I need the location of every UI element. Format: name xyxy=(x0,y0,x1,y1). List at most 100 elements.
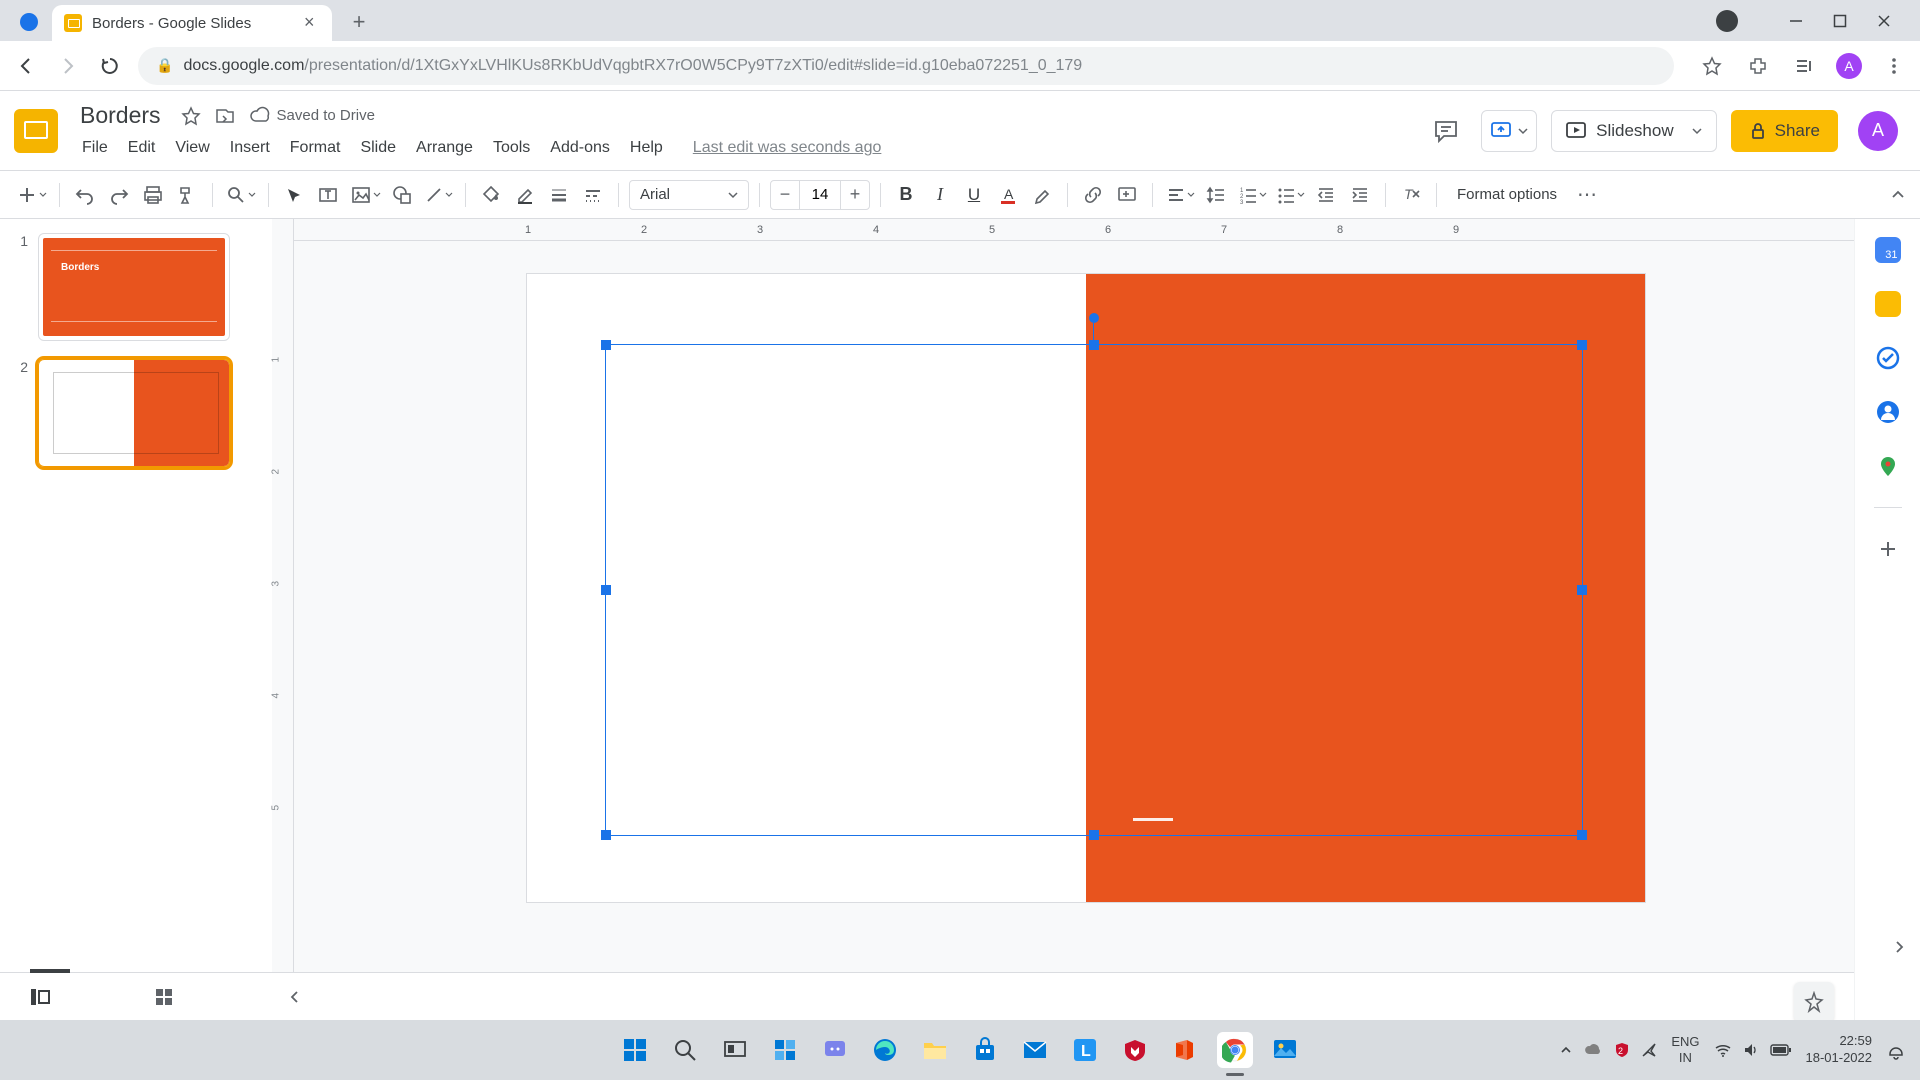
numbered-list-button[interactable]: 123 xyxy=(1235,179,1269,211)
paint-format-button[interactable] xyxy=(172,179,202,211)
close-tab-icon[interactable]: × xyxy=(304,15,320,31)
mcafee-icon[interactable] xyxy=(1117,1032,1153,1068)
zoom-button[interactable] xyxy=(223,179,258,211)
grid-view-button[interactable] xyxy=(144,977,184,1017)
system-tray[interactable]: 2 xyxy=(1559,1040,1657,1060)
resize-handle-tr[interactable] xyxy=(1577,340,1587,350)
font-size-decrease[interactable]: − xyxy=(771,181,799,209)
share-button[interactable]: Share xyxy=(1731,110,1838,152)
widgets-icon[interactable] xyxy=(767,1032,803,1068)
shape-button[interactable] xyxy=(387,179,417,211)
browser-tab[interactable]: Borders - Google Slides × xyxy=(52,5,332,41)
clear-formatting-button[interactable]: T xyxy=(1396,179,1426,211)
redo-button[interactable] xyxy=(104,179,134,211)
new-tab-button[interactable]: + xyxy=(344,7,374,37)
chat-icon[interactable] xyxy=(817,1032,853,1068)
side-panel-expand-icon[interactable] xyxy=(1892,940,1906,954)
resize-handle-mr[interactable] xyxy=(1577,585,1587,595)
chrome-icon[interactable] xyxy=(1217,1032,1253,1068)
bold-button[interactable]: B xyxy=(891,179,921,211)
tray-chevron-icon[interactable] xyxy=(1559,1043,1573,1057)
rotation-handle[interactable] xyxy=(1089,313,1099,323)
align-button[interactable] xyxy=(1163,179,1197,211)
contacts-icon[interactable] xyxy=(1875,399,1901,425)
insert-comment-button[interactable] xyxy=(1112,179,1142,211)
select-tool-button[interactable] xyxy=(279,179,309,211)
highlight-button[interactable] xyxy=(1027,179,1057,211)
slide-thumbnail-2[interactable] xyxy=(38,359,230,467)
italic-button[interactable]: I xyxy=(925,179,955,211)
resize-handle-bl[interactable] xyxy=(601,830,611,840)
explore-button[interactable] xyxy=(1794,982,1834,1022)
slide-stage[interactable] xyxy=(294,241,1854,1010)
start-button[interactable] xyxy=(617,1032,653,1068)
menu-file[interactable]: File xyxy=(74,135,116,161)
tasks-icon[interactable] xyxy=(1875,345,1901,371)
resize-handle-ml[interactable] xyxy=(601,585,611,595)
line-spacing-button[interactable] xyxy=(1201,179,1231,211)
battery-icon[interactable] xyxy=(1770,1043,1792,1057)
selected-textbox[interactable] xyxy=(605,344,1583,836)
move-icon[interactable] xyxy=(215,106,235,126)
collapse-filmstrip-icon[interactable] xyxy=(288,990,302,1004)
language-indicator[interactable]: ENG IN xyxy=(1671,1034,1699,1065)
border-dash-button[interactable] xyxy=(578,179,608,211)
menu-insert[interactable]: Insert xyxy=(222,135,278,161)
menu-view[interactable]: View xyxy=(167,135,217,161)
profile-indicator-dot[interactable] xyxy=(20,13,38,31)
border-weight-button[interactable] xyxy=(544,179,574,211)
menu-addons[interactable]: Add-ons xyxy=(542,135,618,161)
slides-logo-icon[interactable] xyxy=(10,105,62,157)
forward-button[interactable] xyxy=(54,52,82,80)
back-button[interactable] xyxy=(12,52,40,80)
resize-handle-tl[interactable] xyxy=(601,340,611,350)
account-avatar[interactable]: A xyxy=(1858,111,1898,151)
font-size-increase[interactable]: + xyxy=(841,181,869,209)
url-input[interactable]: 🔒 docs.google.com/presentation/d/1XtGxYx… xyxy=(138,47,1674,85)
collapse-toolbar-icon[interactable] xyxy=(1890,187,1906,203)
task-view-icon[interactable] xyxy=(717,1032,753,1068)
chrome-menu-icon[interactable] xyxy=(1880,52,1908,80)
vertical-ruler[interactable]: 1 2 3 4 5 xyxy=(272,219,294,1020)
slideshow-button[interactable]: Slideshow xyxy=(1551,110,1717,152)
insert-link-button[interactable] xyxy=(1078,179,1108,211)
notifications-icon[interactable] xyxy=(1886,1040,1906,1060)
more-toolbar-icon[interactable]: ⋯ xyxy=(1577,182,1599,207)
menu-arrange[interactable]: Arrange xyxy=(408,135,481,161)
chrome-profile-avatar[interactable]: A xyxy=(1836,53,1862,79)
menu-edit[interactable]: Edit xyxy=(120,135,164,161)
horizontal-ruler[interactable]: 1 2 3 4 5 6 7 8 9 xyxy=(294,219,1854,241)
reload-button[interactable] xyxy=(96,52,124,80)
textbox-button[interactable] xyxy=(313,179,343,211)
indent-decrease-button[interactable] xyxy=(1311,179,1341,211)
new-slide-button[interactable] xyxy=(14,179,49,211)
file-explorer-icon[interactable] xyxy=(917,1032,953,1068)
last-edit-link[interactable]: Last edit was seconds ago xyxy=(685,135,890,161)
fill-color-button[interactable] xyxy=(476,179,506,211)
slide-thumbnail-1[interactable]: Borders xyxy=(38,233,230,341)
resize-handle-bm[interactable] xyxy=(1089,830,1099,840)
maps-icon[interactable] xyxy=(1875,453,1901,479)
print-button[interactable] xyxy=(138,179,168,211)
indent-increase-button[interactable] xyxy=(1345,179,1375,211)
close-window-icon[interactable] xyxy=(1876,13,1892,29)
extensions-icon[interactable] xyxy=(1744,52,1772,80)
undo-button[interactable] xyxy=(70,179,100,211)
clock[interactable]: 22:59 18-01-2022 xyxy=(1806,1033,1873,1067)
wifi-icon[interactable] xyxy=(1714,1041,1732,1059)
volume-icon[interactable] xyxy=(1742,1041,1760,1059)
text-color-button[interactable]: A xyxy=(993,179,1023,211)
office-icon[interactable] xyxy=(1167,1032,1203,1068)
font-size-input[interactable] xyxy=(799,181,841,209)
edge-icon[interactable] xyxy=(867,1032,903,1068)
profile-badge-icon[interactable] xyxy=(1716,10,1738,32)
reading-list-icon[interactable] xyxy=(1790,52,1818,80)
underline-button[interactable]: U xyxy=(959,179,989,211)
menu-slide[interactable]: Slide xyxy=(352,135,404,161)
line-button[interactable] xyxy=(421,179,455,211)
format-options-button[interactable]: Format options xyxy=(1447,186,1567,203)
calendar-icon[interactable]: 31 xyxy=(1875,237,1901,263)
insert-image-button[interactable] xyxy=(347,179,383,211)
bulleted-list-button[interactable] xyxy=(1273,179,1307,211)
document-title-input[interactable]: Borders xyxy=(74,100,167,131)
